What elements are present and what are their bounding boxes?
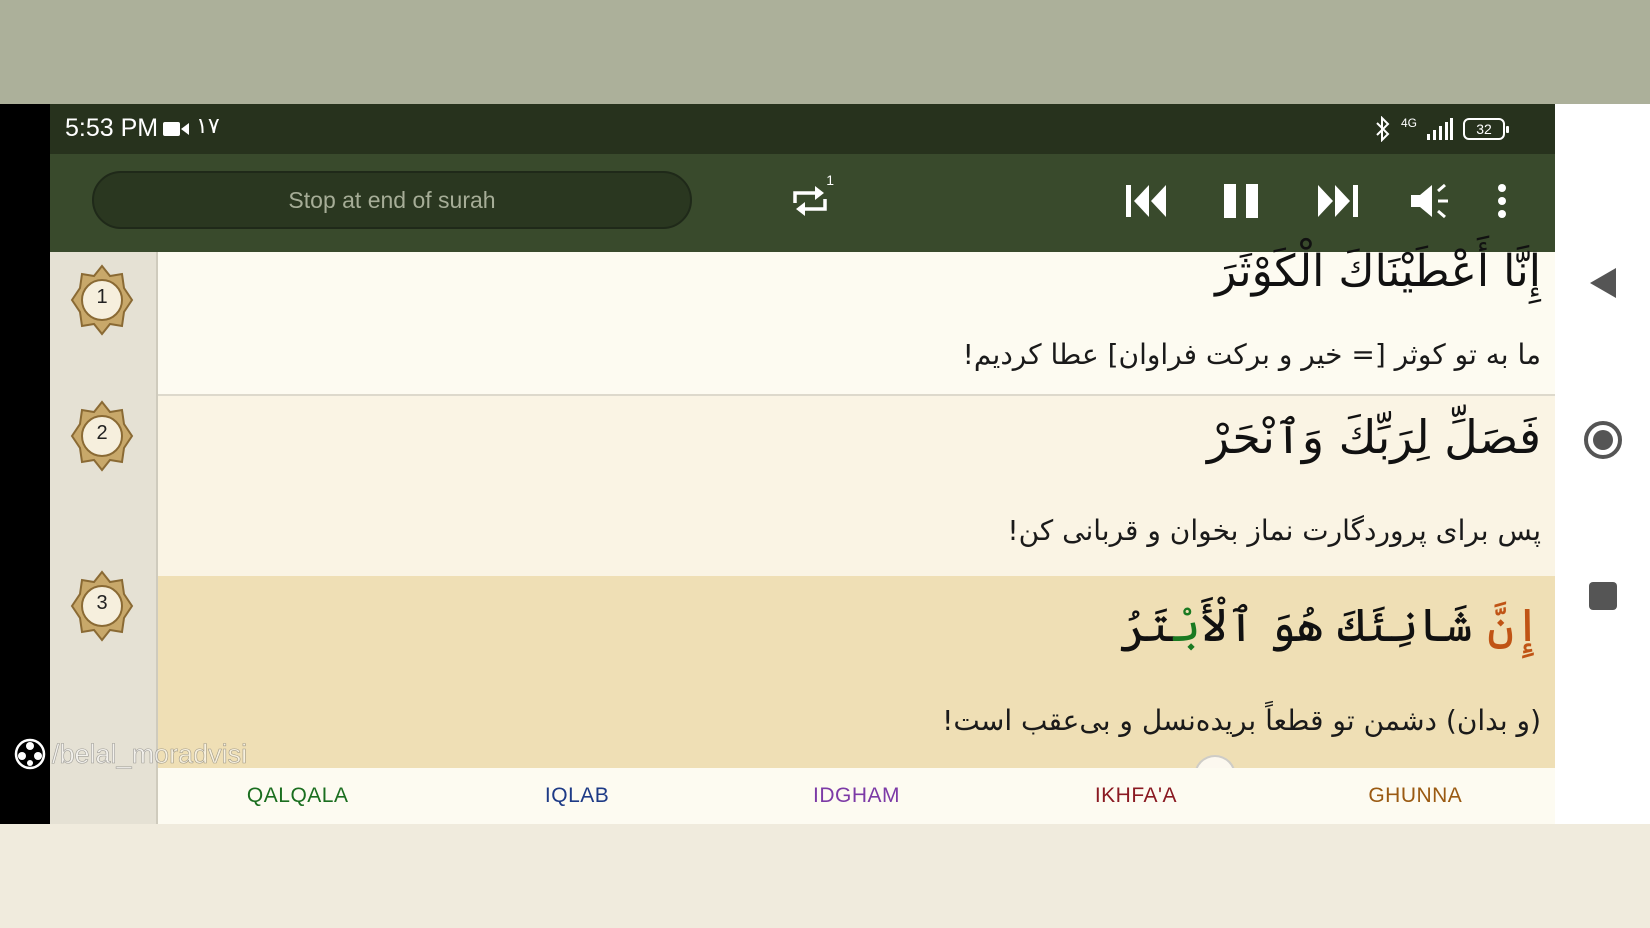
ayah-number: 2 [96,422,108,444]
stop-at-end-of-surah-button[interactable]: Stop at end of surah [92,171,692,229]
battery-icon: 32 [1463,118,1509,140]
repeat-count: 1 [826,172,834,188]
recents-square-icon [1589,582,1617,610]
ayah-marker-1[interactable]: 1 [70,264,134,336]
translation-text: پس برای پروردگارت نماز بخوان و قربانی کن… [1007,514,1541,547]
arabic-segment: تَرُ [1119,598,1174,652]
nav-back-button[interactable] [1582,262,1624,304]
bottom-letterbox [0,824,1650,928]
tajweed-legend: QALQALA IQLAB IDGHAM IKHFA'A GHUNNA [158,768,1555,824]
film-reel-icon [14,738,46,770]
android-nav-bar [1555,104,1650,824]
status-time: 5:53 PM [65,114,159,142]
video-camera-icon [163,122,189,136]
watermark-text: /belal_moradvisi [52,738,248,769]
tajweed-ghunna: إِنَّ [1487,598,1541,652]
mute-icon [1411,183,1448,219]
next-icon [1318,185,1358,217]
ayah-number: 3 [96,592,108,614]
verse-row-1[interactable]: إِنَّا أَعْطَيْنَاكَ الْكَوْثَرَ ما به ت… [158,246,1555,396]
legend-ghunna: GHUNNA [1368,784,1463,807]
arabic-text: إِنَّ شَانِئَكَ هُوَ ٱلْأَبْتَرُ [1120,598,1541,652]
status-extra: ۱۷ [196,114,220,139]
home-circle-icon [1584,421,1622,459]
network-type: 4G [1400,116,1417,130]
status-icons: 4G 32 [1375,114,1509,144]
audio-toolbar: Stop at end of surah 1 [50,154,1555,252]
ayah-marker-3[interactable]: 3 [70,570,134,642]
more-options-button[interactable] [1490,178,1514,224]
next-button[interactable] [1312,178,1362,224]
previous-button[interactable] [1122,178,1172,224]
legend-ikhfaa: IKHFA'A [1094,784,1178,807]
left-edge [0,104,50,824]
back-triangle-icon [1590,268,1616,298]
pause-icon [1224,184,1258,218]
arabic-text: فَصَلِّ لِرَبِّكَ وَٱنْحَرْ [1207,410,1541,464]
ayah-number: 1 [96,286,108,308]
bluetooth-icon [1376,116,1390,142]
translation-text: (و بدان) دشمن تو قطعاً بریده‌نسل و بی‌عق… [942,704,1541,737]
app-screen: 5:53 PM ۱۷ 4G 32 Stop at end of surah 1 … [50,104,1555,824]
nav-home-button[interactable] [1582,419,1624,461]
top-letterbox [0,0,1650,104]
legend-iqlab: IQLAB [544,784,610,807]
repeat-button[interactable]: 1 [786,172,836,224]
translation-text: ما به تو کوثر [= خیر و برکت فراوان] عطا … [962,338,1541,371]
legend-idgham: IDGHAM [813,784,901,807]
pause-button[interactable] [1218,178,1264,224]
ayah-marker-2[interactable]: 2 [70,400,134,472]
legend-qalqala: QALQALA [246,784,349,807]
arabic-text: إِنَّا أَعْطَيْنَاكَ الْكَوْثَرَ [1215,246,1541,297]
verse-row-3-playing[interactable]: إِنَّ شَانِئَكَ هُوَ ٱلْأَبْتَرُ (و بدان… [158,576,1555,768]
arabic-segment: شَانِئَكَ هُوَ ٱلْأَ [1200,598,1488,652]
verse-row-2[interactable]: فَصَلِّ لِرَبِّكَ وَٱنْحَرْ پس برای پرور… [158,396,1555,576]
signal-icon [1427,118,1453,140]
previous-icon [1126,185,1166,217]
mute-button[interactable] [1406,178,1454,224]
nav-recents-button[interactable] [1582,575,1624,617]
watermark: /belal_moradvisi [14,738,247,770]
tajweed-qalqala: بْ [1173,598,1201,652]
more-icon [1498,184,1506,218]
status-bar: 5:53 PM ۱۷ 4G 32 [50,104,1555,154]
